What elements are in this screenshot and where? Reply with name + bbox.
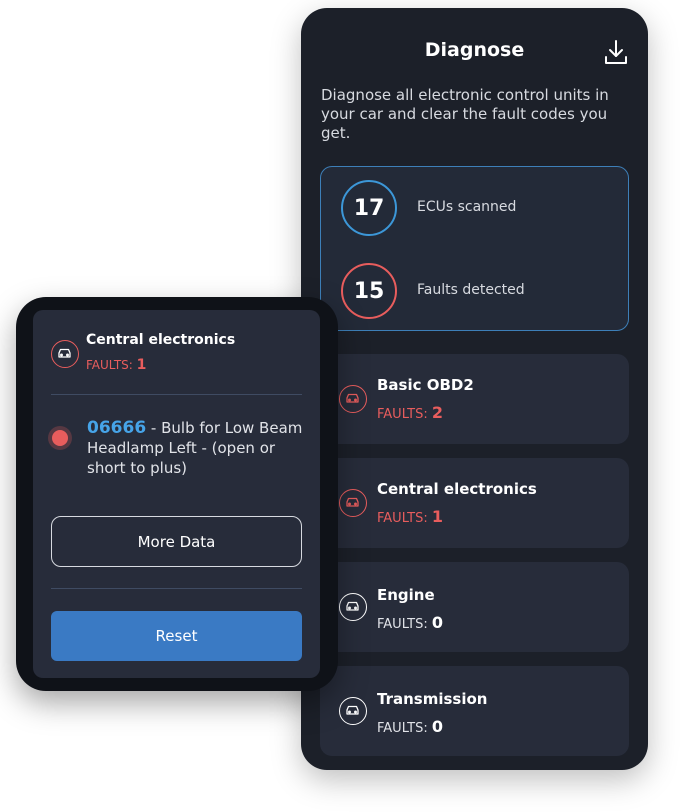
car-icon xyxy=(339,489,367,517)
ecu-faults: FAULTS: 1 xyxy=(86,357,146,373)
ecu-card-engine[interactable]: Engine FAULTS: 0 xyxy=(320,562,629,652)
ecu-faults: FAULTS: 2 xyxy=(377,403,443,422)
diagnose-screen: Diagnose Diagnose all electronic control… xyxy=(301,8,648,770)
car-icon xyxy=(339,697,367,725)
page-title: Diagnose xyxy=(424,39,525,61)
divider xyxy=(51,394,302,395)
scan-summary: 17 ECUs scanned 15 Faults detected xyxy=(320,166,629,331)
faults-count: 0 xyxy=(431,613,443,632)
faults-count: 1 xyxy=(431,507,443,526)
faults-count: 0 xyxy=(431,717,443,736)
ecu-name: Basic OBD2 xyxy=(377,376,474,394)
ecus-scanned-label: ECUs scanned xyxy=(417,199,517,215)
ecu-name: Transmission xyxy=(377,690,488,708)
ecu-card-transmission[interactable]: Transmission FAULTS: 0 xyxy=(320,666,629,756)
fault-entry: 06666 - Bulb for Low Beam Headlamp Left … xyxy=(87,418,312,478)
ecu-faults: FAULTS: 0 xyxy=(377,613,443,632)
download-icon[interactable] xyxy=(603,38,629,66)
faults-detected-count: 15 xyxy=(341,263,397,319)
ecu-detail-card: Central electronics FAULTS: 1 06666 - Bu… xyxy=(16,297,338,691)
faults-label: FAULTS: xyxy=(86,358,133,372)
ecu-card-basic-obd2[interactable]: Basic OBD2 FAULTS: 2 xyxy=(320,354,629,444)
car-icon xyxy=(51,340,79,368)
ecu-faults: FAULTS: 0 xyxy=(377,717,443,736)
fault-code: 06666 xyxy=(87,418,147,438)
car-icon xyxy=(339,593,367,621)
page-description: Diagnose all electronic control units in… xyxy=(321,86,609,142)
faults-count: 1 xyxy=(136,357,147,373)
ecu-card-central-electronics[interactable]: Central electronics FAULTS: 1 xyxy=(320,458,629,548)
faults-label: FAULTS: xyxy=(377,511,428,526)
divider xyxy=(51,588,302,589)
more-data-button[interactable]: More Data xyxy=(51,516,302,567)
fault-status-dot xyxy=(52,430,68,446)
faults-detected-label: Faults detected xyxy=(417,282,525,298)
faults-count: 2 xyxy=(431,403,443,422)
ecu-faults: FAULTS: 1 xyxy=(377,507,443,526)
faults-label: FAULTS: xyxy=(377,407,428,422)
faults-label: FAULTS: xyxy=(377,617,428,632)
ecu-detail-panel: Central electronics FAULTS: 1 06666 - Bu… xyxy=(33,310,320,678)
faults-label: FAULTS: xyxy=(377,721,428,736)
ecu-name: Engine xyxy=(377,586,435,604)
car-icon xyxy=(339,385,367,413)
ecu-name: Central electronics xyxy=(377,480,537,498)
ecu-title: Central electronics xyxy=(86,332,236,348)
ecus-scanned-count: 17 xyxy=(341,180,397,236)
reset-button[interactable]: Reset xyxy=(51,611,302,661)
